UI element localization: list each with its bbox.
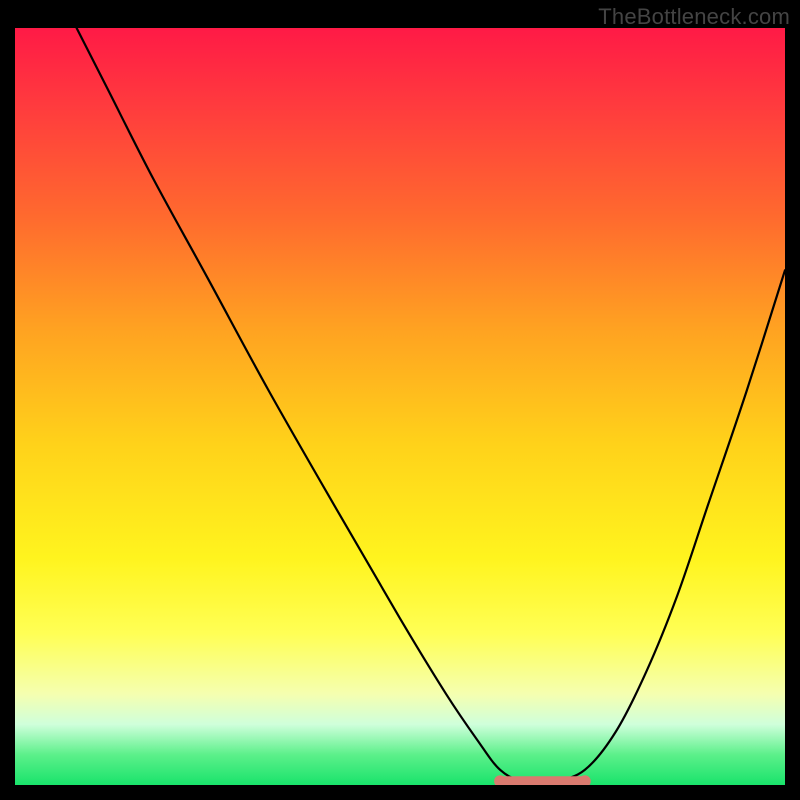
optimum-marker (15, 28, 785, 785)
plot-area (15, 28, 785, 785)
watermark-text: TheBottleneck.com (598, 4, 790, 30)
chart-stage: TheBottleneck.com (0, 0, 800, 800)
